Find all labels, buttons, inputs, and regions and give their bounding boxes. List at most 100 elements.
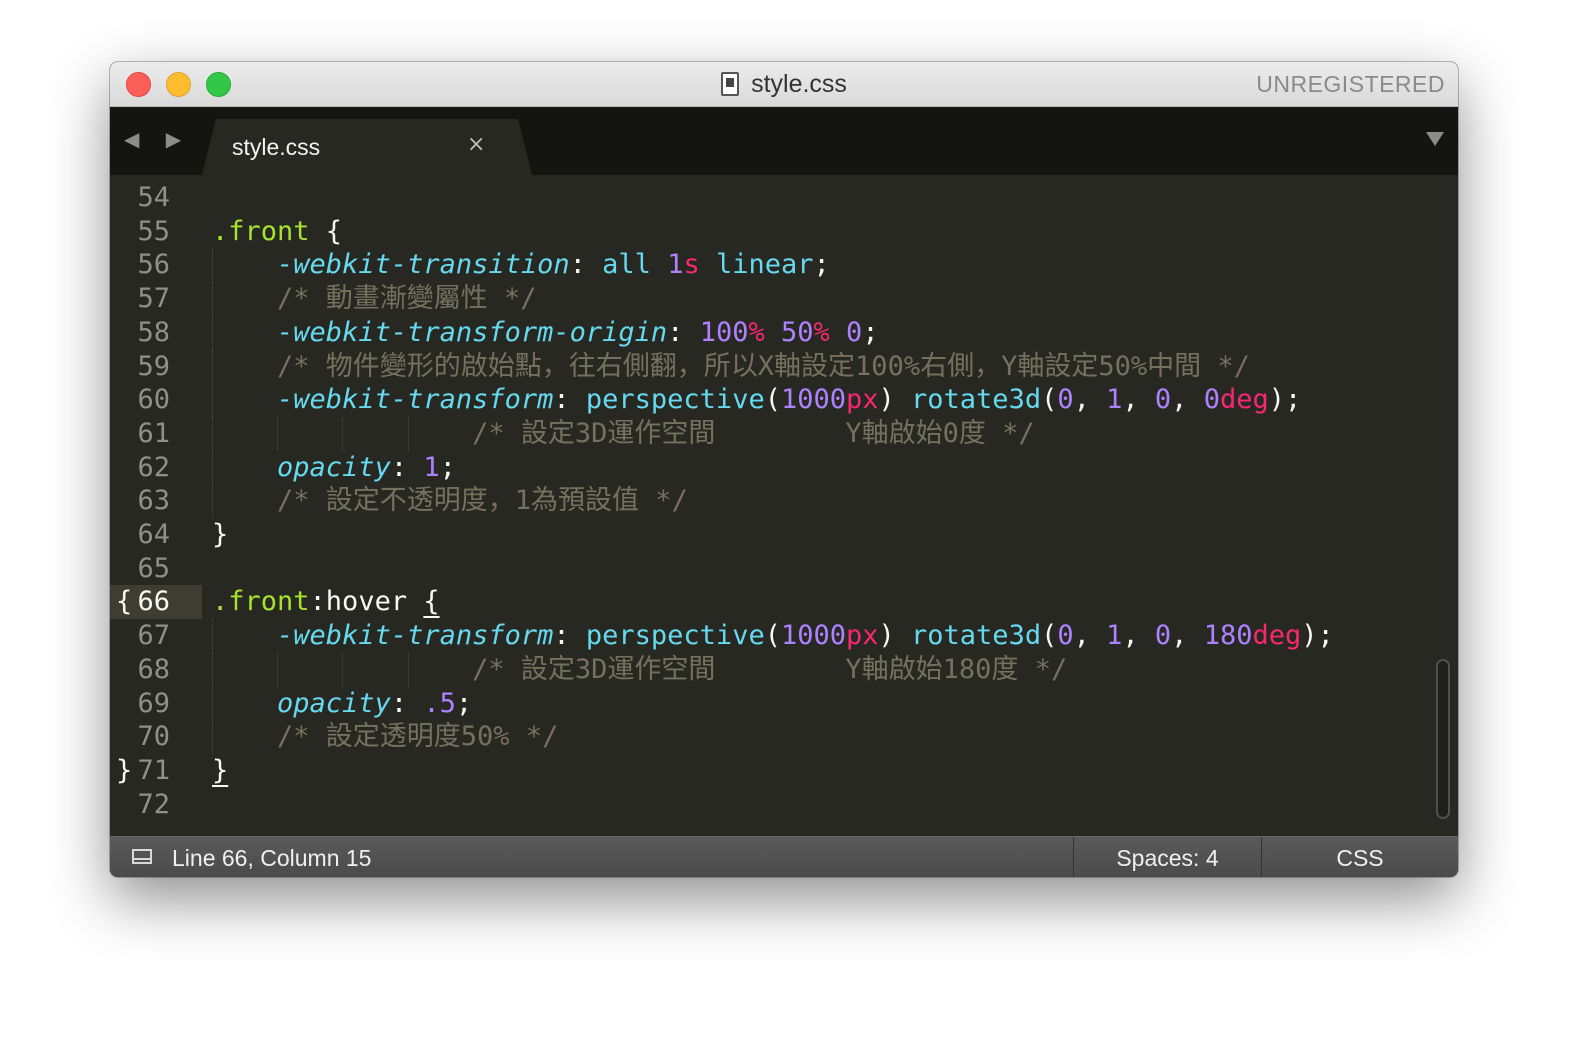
code-line[interactable]: 66{.front:hover {: [110, 585, 1458, 620]
tab-close-icon[interactable]: ×: [467, 132, 485, 157]
code-token: px: [846, 384, 879, 416]
line-number: 65: [137, 552, 170, 584]
code-token: perspective: [585, 620, 765, 652]
code-text: .front {: [212, 215, 342, 249]
code-line[interactable]: 57 /* 動畫漸變屬性 */: [110, 282, 1458, 317]
line-number: 67: [137, 620, 170, 652]
line-number: 69: [137, 687, 170, 719]
tab-style-css[interactable]: style.css ×: [202, 119, 532, 175]
line-number: 72: [137, 788, 170, 820]
code-line[interactable]: 69 opacity: .5;: [110, 686, 1458, 721]
code-token: 0: [1057, 384, 1074, 416]
fold-marker-icon[interactable]: }: [116, 754, 132, 788]
code-line[interactable]: 65: [110, 552, 1458, 586]
code-text: opacity: .5;: [212, 687, 472, 721]
code-token: }: [212, 519, 229, 550]
code-token: 0: [1203, 384, 1220, 416]
code-line[interactable]: 61 /* 設定3D運作空間 Y軸啟始0度 */: [110, 416, 1458, 451]
line-number: 62: [137, 451, 170, 483]
code-token: (: [1041, 620, 1058, 652]
line-number: 68: [137, 653, 170, 685]
code-token: 1: [1106, 384, 1123, 416]
code-token: deg: [1219, 384, 1269, 416]
fold-marker-icon[interactable]: {: [116, 585, 132, 619]
code-token: opacity: [277, 451, 391, 483]
code-token: ): [878, 620, 912, 652]
code-line[interactable]: 59 /* 物件變形的啟始點，往右側翻，所以X軸設定100%右側，Y軸設定50%…: [110, 349, 1458, 384]
code-text: .front:hover {: [212, 585, 440, 619]
code-text: }: [212, 518, 228, 552]
code-line[interactable]: 63 /* 設定不透明度，1為預設值 */: [110, 484, 1458, 519]
code-token: ,: [1073, 620, 1107, 652]
cursor-position: Line 66, Column 15: [172, 845, 372, 871]
code-line[interactable]: 58 -webkit-transform-origin: 100% 50% 0;: [110, 315, 1458, 350]
code-token: 1: [423, 451, 440, 483]
code-token: :: [553, 384, 586, 416]
line-number: 64: [137, 519, 170, 550]
line-number: 59: [137, 350, 170, 382]
vertical-scrollbar-thumb[interactable]: [1436, 659, 1450, 819]
code-line[interactable]: 70 /* 設定透明度50% */: [110, 720, 1458, 755]
code-line[interactable]: 68 /* 設定3D運作空間 Y軸啟始180度 */: [110, 652, 1458, 687]
code-token: ,: [1122, 620, 1155, 652]
code-text: /* 設定不透明度，1為預設值 */: [212, 484, 688, 518]
code-line[interactable]: 62 opacity: 1;: [110, 450, 1458, 485]
code-token: px: [846, 620, 879, 652]
code-token: all: [602, 249, 668, 281]
code-token: /* 設定3D運作空間 Y軸啟始180度 */: [472, 653, 1068, 685]
code-token: opacity: [277, 687, 391, 719]
chevron-down-icon[interactable]: [1426, 132, 1444, 146]
code-token: rotate3d: [911, 384, 1042, 416]
code-token: 0: [1154, 384, 1172, 416]
code-token: 0: [1154, 620, 1172, 652]
code-token: .front: [212, 215, 310, 247]
code-token: linear: [699, 249, 814, 281]
code-token: ,: [1171, 620, 1204, 652]
code-token: /* 設定3D運作空間 Y軸啟始0度 */: [472, 417, 1035, 449]
code-token: deg: [1252, 620, 1302, 652]
code-line[interactable]: 54: [110, 181, 1458, 215]
title-bar[interactable]: style.css UNREGISTERED: [110, 62, 1458, 107]
code-token: 0: [846, 316, 863, 348]
code-token: ): [878, 384, 912, 416]
code-token: -webkit-transition: [277, 249, 570, 281]
code-token: 1: [667, 249, 684, 281]
tab-bar: ◀ ▶ style.css ×: [110, 107, 1458, 175]
code-token: %: [813, 316, 830, 348]
code-token: 100: [699, 316, 749, 348]
code-line[interactable]: 56 -webkit-transition: all 1s linear;: [110, 248, 1458, 283]
panel-toggle-icon[interactable]: [132, 849, 152, 864]
code-token: 1: [1106, 620, 1123, 652]
code-line[interactable]: 67 -webkit-transform: perspective(1000px…: [110, 619, 1458, 654]
code-token: ,: [1122, 384, 1155, 416]
code-token: -webkit-transform: [277, 620, 554, 652]
indentation-selector[interactable]: Spaces: 4: [1074, 845, 1261, 872]
code-line[interactable]: 60 -webkit-transform: perspective(1000px…: [110, 383, 1458, 418]
tab-nav-arrows-icon[interactable]: ◀ ▶: [124, 127, 191, 151]
syntax-selector[interactable]: CSS: [1262, 845, 1458, 872]
editor-window: style.css UNREGISTERED ◀ ▶ style.css × 5…: [110, 62, 1458, 877]
code-editor[interactable]: 54 55 .front {56 -webkit-transition: all 1…: [110, 175, 1458, 836]
code-line[interactable]: 72: [110, 788, 1458, 822]
line-number: 56: [137, 249, 170, 281]
code-line[interactable]: 55 .front {: [110, 215, 1458, 249]
code-token: 50: [781, 316, 814, 348]
code-token: ;: [455, 687, 473, 719]
code-token: ;: [439, 451, 456, 483]
code-line[interactable]: 64}: [110, 518, 1458, 552]
code-line[interactable]: 71}}: [110, 754, 1458, 788]
code-token: perspective: [585, 384, 765, 416]
code-text: /* 設定3D運作空間 Y軸啟始180度 */: [212, 653, 1067, 687]
code-token: /* 設定不透明度，1為預設值 */: [277, 485, 688, 517]
line-number: 58: [137, 316, 170, 348]
code-token: s: [683, 249, 700, 281]
code-text: -webkit-transform-origin: 100% 50% 0;: [212, 316, 879, 350]
code-token: .5: [423, 687, 456, 719]
line-number: 55: [137, 215, 170, 247]
